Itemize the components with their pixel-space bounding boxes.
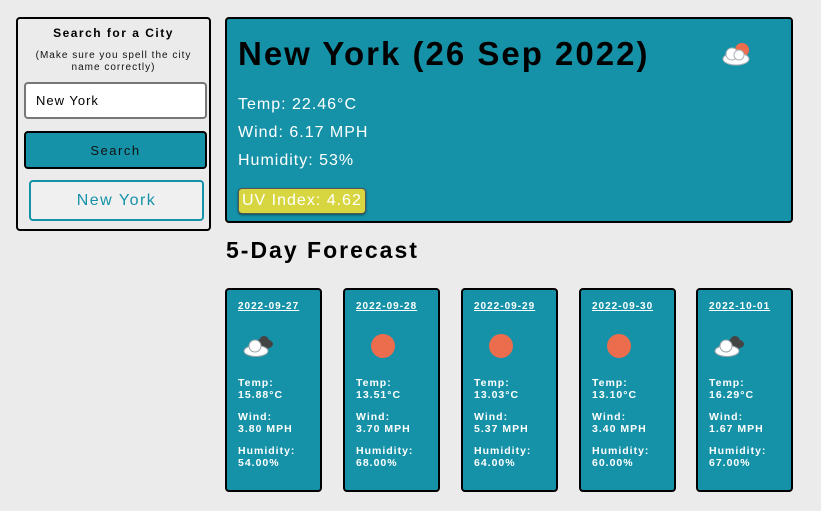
forecast-card: 2022-09-27 Temp: 15.88°C Wind: 3.80 MPH … <box>225 288 322 492</box>
forecast-temp-label: Temp: <box>356 377 392 389</box>
forecast-wind: 3.80 MPH <box>238 423 293 435</box>
forecast-wind-label: Wind: <box>709 411 744 423</box>
forecast-wind-label: Wind: <box>474 411 509 423</box>
search-button[interactable]: Search <box>24 131 207 169</box>
cloud-icon <box>712 332 748 363</box>
forecast-date: 2022-10-01 <box>709 301 771 312</box>
forecast-date: 2022-09-28 <box>356 301 418 312</box>
city-search-input[interactable] <box>24 82 207 119</box>
forecast-temp-label: Temp: <box>474 377 510 389</box>
cloud-icon <box>241 332 277 363</box>
forecast-humidity: 54.00% <box>238 457 280 469</box>
uv-index-badge: UV Index: 4.62 <box>238 188 366 214</box>
forecast-wind: 3.70 MPH <box>356 423 411 435</box>
sun-icon <box>369 332 397 365</box>
forecast-date: 2022-09-30 <box>592 301 654 312</box>
forecast-humidity-label: Humidity: <box>356 445 414 457</box>
current-humidity: Humidity: 53% <box>238 152 355 169</box>
forecast-humidity-label: Humidity: <box>474 445 532 457</box>
forecast-card: 2022-09-28 Temp: 13.51°C Wind: 3.70 MPH … <box>343 288 440 492</box>
forecast-wind: 5.37 MPH <box>474 423 529 435</box>
forecast-wind-label: Wind: <box>356 411 391 423</box>
current-title: New York (26 Sep 2022) <box>238 35 650 72</box>
forecast-temp-label: Temp: <box>709 377 745 389</box>
forecast-wind-label: Wind: <box>238 411 273 423</box>
forecast-wind: 1.67 MPH <box>709 423 764 435</box>
search-title: Search for a City <box>53 26 174 40</box>
forecast-wind-label: Wind: <box>592 411 627 423</box>
forecast-humidity: 64.00% <box>474 457 516 469</box>
forecast-humidity: 68.00% <box>356 457 398 469</box>
forecast-temp: 16.29°C <box>709 389 755 401</box>
sun-icon <box>605 332 633 365</box>
forecast-temp: 13.51°C <box>356 389 402 401</box>
forecast-date: 2022-09-27 <box>238 301 300 312</box>
forecast-card: 2022-10-01 Temp: 16.29°C Wind: 1.67 MPH … <box>696 288 793 492</box>
forecast-heading: 5-Day Forecast <box>226 237 419 263</box>
forecast-wind: 3.40 MPH <box>592 423 647 435</box>
forecast-date: 2022-09-29 <box>474 301 536 312</box>
forecast-humidity: 60.00% <box>592 457 634 469</box>
sun-icon <box>487 332 515 365</box>
forecast-temp: 13.10°C <box>592 389 638 401</box>
forecast-temp: 13.03°C <box>474 389 520 401</box>
forecast-temp-label: Temp: <box>238 377 274 389</box>
forecast-humidity-label: Humidity: <box>592 445 650 457</box>
current-temp: Temp: 22.46°C <box>238 96 358 113</box>
search-note: (Make sure you spell the city name corre… <box>35 50 192 73</box>
current-wind: Wind: 6.17 MPH <box>238 124 369 141</box>
search-panel: Search for a City (Make sure you spell t… <box>16 17 211 231</box>
cloud-sun-icon <box>719 41 753 72</box>
forecast-humidity-label: Humidity: <box>238 445 296 457</box>
forecast-humidity: 67.00% <box>709 457 751 469</box>
forecast-card: 2022-09-30 Temp: 13.10°C Wind: 3.40 MPH … <box>579 288 676 492</box>
current-weather-panel: New York (26 Sep 2022) Temp: 22.46°C Win… <box>225 17 793 223</box>
forecast-card: 2022-09-29 Temp: 13.03°C Wind: 5.37 MPH … <box>461 288 558 492</box>
forecast-temp: 15.88°C <box>238 389 284 401</box>
history-button-new-york[interactable]: New York <box>29 180 204 221</box>
forecast-temp-label: Temp: <box>592 377 628 389</box>
forecast-humidity-label: Humidity: <box>709 445 767 457</box>
